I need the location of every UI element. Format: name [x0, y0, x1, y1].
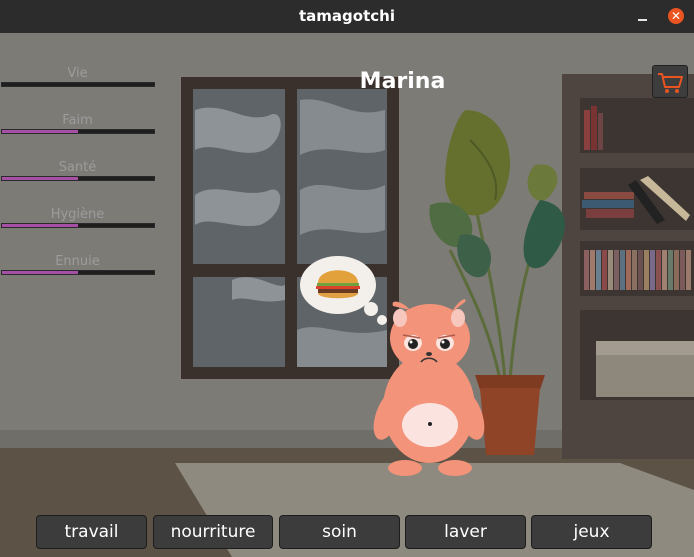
shop-button[interactable] — [652, 65, 688, 98]
minimize-icon[interactable] — [636, 8, 650, 24]
pet-name: Marina — [359, 69, 446, 94]
stat-bar-fill — [2, 224, 78, 227]
stat-label: Santé — [58, 160, 97, 175]
travail-button[interactable]: travail — [36, 515, 147, 549]
stat-bar — [1, 82, 155, 87]
stat-bar-fill — [2, 177, 78, 180]
stat-label: Ennuie — [55, 254, 100, 269]
stat-label: Hygiène — [50, 207, 105, 222]
shopping-cart-icon — [658, 73, 683, 93]
stat-faim: Faim — [0, 113, 155, 134]
close-icon[interactable]: ✕ — [668, 8, 684, 24]
laver-button[interactable]: laver — [405, 515, 526, 549]
game-scene: Marina — [0, 33, 694, 557]
stat-sante: Santé — [0, 160, 155, 181]
window-frame — [181, 77, 399, 379]
stat-vie: Vie — [0, 66, 155, 87]
window-title: tamagotchi — [299, 7, 395, 25]
nourriture-button[interactable]: nourriture — [153, 515, 273, 549]
stat-bar — [1, 176, 155, 181]
stat-hygiene: Hygiène — [0, 207, 155, 228]
stat-bar — [1, 223, 155, 228]
window-titlebar: tamagotchi ✕ — [0, 0, 694, 33]
bookshelf — [562, 74, 694, 459]
stat-bar — [1, 129, 155, 134]
stat-label: Vie — [67, 66, 88, 81]
action-bar: travail nourriture soin laver jeux — [36, 515, 656, 549]
jeux-button[interactable]: jeux — [531, 515, 652, 549]
stat-label: Faim — [62, 113, 93, 128]
stat-bar — [1, 270, 155, 275]
stat-bar-fill — [2, 271, 78, 274]
stat-bar-fill — [2, 130, 78, 133]
soin-button[interactable]: soin — [279, 515, 400, 549]
stat-ennuie: Ennuie — [0, 254, 155, 275]
room-background — [0, 33, 694, 557]
